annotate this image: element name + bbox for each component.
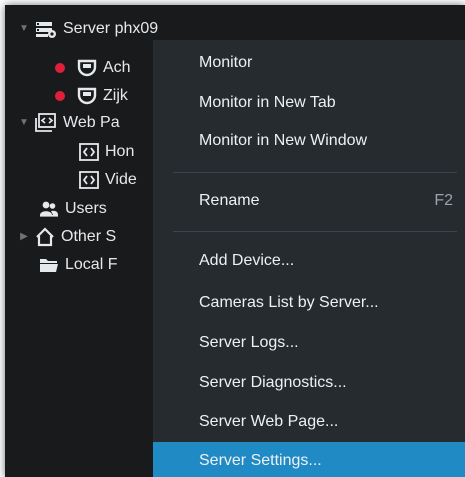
menu-separator xyxy=(173,231,457,232)
home-icon xyxy=(35,227,55,247)
users-icon xyxy=(39,200,59,218)
menu-item-rename[interactable]: Rename F2 xyxy=(153,183,465,218)
tree-item-web-page[interactable]: Hon xyxy=(79,138,134,166)
chevron-down-icon[interactable]: ▼ xyxy=(17,22,31,36)
web-page-icon xyxy=(79,171,99,189)
folder-icon xyxy=(39,256,59,274)
app-window: ▼ Server phx09 Ach Zijk ▼ Web Pa Hon Vid… xyxy=(5,5,465,477)
menu-separator xyxy=(173,172,457,173)
menu-item-server-web-page[interactable]: Server Web Page... xyxy=(153,404,465,439)
server-icon xyxy=(35,20,57,38)
web-pages-icon xyxy=(35,113,57,133)
menu-item-cameras-list[interactable]: Cameras List by Server... xyxy=(153,285,465,320)
menu-item-monitor[interactable]: Monitor xyxy=(153,45,465,80)
rename-shortcut: F2 xyxy=(434,192,453,209)
menu-item-monitor-new-window[interactable]: Monitor in New Window xyxy=(153,123,465,158)
camera-label: Zijk xyxy=(103,87,128,104)
camera-icon xyxy=(77,86,97,106)
other-systems-label: Other S xyxy=(61,228,117,245)
tree-item-server[interactable]: ▼ Server phx09 xyxy=(17,18,158,40)
web-page-icon xyxy=(79,143,99,161)
tree-item-web-page[interactable]: Vide xyxy=(79,166,137,194)
chevron-down-icon[interactable]: ▼ xyxy=(17,116,31,130)
tree-item-camera[interactable]: Ach xyxy=(55,54,131,82)
camera-label: Ach xyxy=(103,59,131,76)
rename-label: Rename xyxy=(199,192,260,209)
web-pages-label: Web Pa xyxy=(63,114,120,131)
menu-item-server-diagnostics[interactable]: Server Diagnostics... xyxy=(153,365,465,400)
users-label: Users xyxy=(65,200,107,217)
menu-item-monitor-new-tab[interactable]: Monitor in New Tab xyxy=(153,85,465,120)
recording-status-icon xyxy=(55,91,65,101)
tree-item-web-pages[interactable]: ▼ Web Pa xyxy=(17,109,120,137)
web-page-label: Hon xyxy=(105,143,135,160)
tree-item-camera[interactable]: Zijk xyxy=(55,82,128,110)
web-page-label: Vide xyxy=(105,171,137,188)
tree-item-local-files[interactable]: Local F xyxy=(39,251,117,279)
camera-icon xyxy=(77,58,97,78)
server-label: Server phx09 xyxy=(63,20,159,37)
menu-item-add-device[interactable]: Add Device... xyxy=(153,243,465,278)
context-menu: Monitor Monitor in New Tab Monitor in Ne… xyxy=(153,40,465,477)
tree-item-users[interactable]: Users xyxy=(39,195,107,223)
local-files-label: Local F xyxy=(65,256,118,273)
tree-item-other-systems[interactable]: ▶ Other S xyxy=(17,223,116,251)
menu-item-server-logs[interactable]: Server Logs... xyxy=(153,325,465,360)
recording-status-icon xyxy=(55,63,65,73)
chevron-right-icon[interactable]: ▶ xyxy=(17,230,31,244)
menu-item-server-settings[interactable]: Server Settings... xyxy=(153,442,465,477)
